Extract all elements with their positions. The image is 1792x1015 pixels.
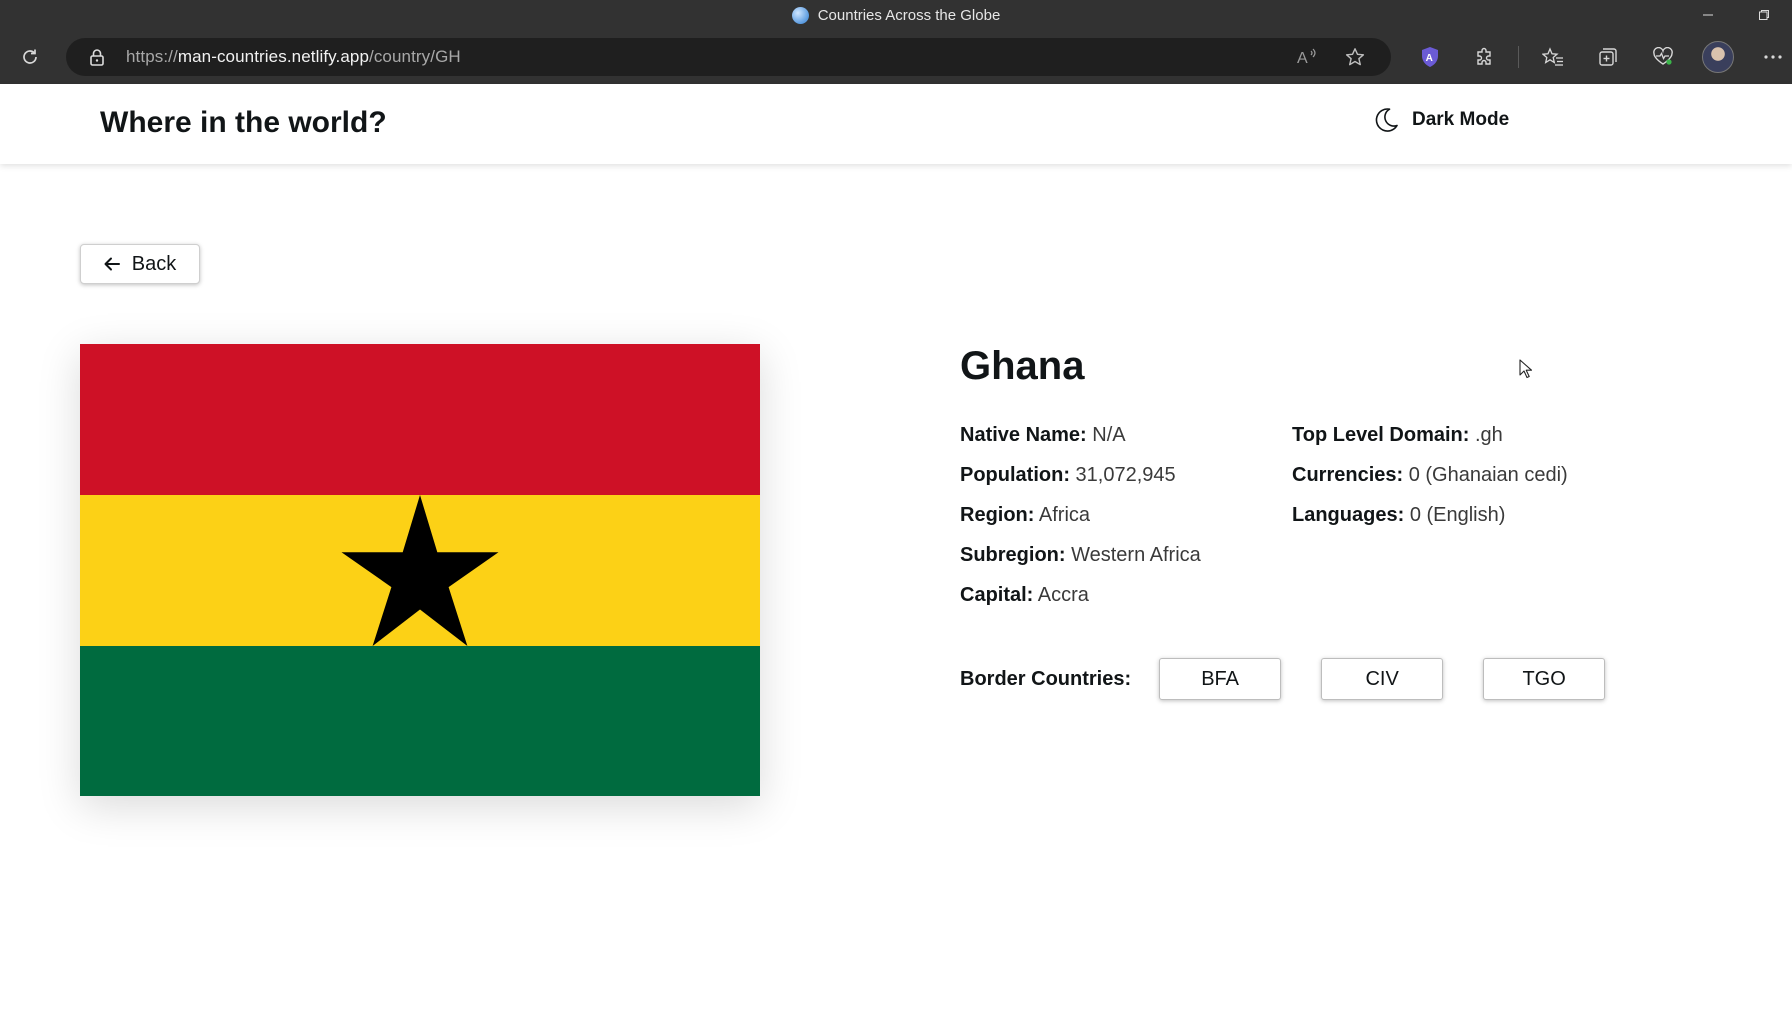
languages-label: Languages: [1292, 504, 1405, 526]
currencies-label: Currencies: [1292, 464, 1404, 486]
url-scheme: https:// [126, 47, 178, 66]
region-row: Region: Africa [960, 500, 1201, 540]
border-country-button[interactable]: CIV [1321, 658, 1444, 700]
languages-value: 0 (English) [1409, 504, 1506, 526]
details-primary: Native Name: N/A Population: 31,072,945 … [960, 420, 1201, 620]
page-title: Where in the world? [100, 106, 387, 139]
native-name-label: Native Name: [960, 424, 1087, 446]
browser-title-bar: Countries Across the Globe [0, 0, 1792, 30]
tab-title: Countries Across the Globe [817, 6, 1001, 24]
restore-icon[interactable] [1736, 0, 1792, 30]
languages-row: Languages: 0 (English) [1292, 500, 1568, 540]
country-name: Ghana [960, 344, 1085, 388]
currencies-value: 0 (Ghanaian cedi) [1408, 464, 1568, 486]
country-flag [80, 344, 760, 796]
url-host: man-countries.netlify.app [177, 47, 369, 66]
favorite-star-icon[interactable] [1335, 37, 1375, 77]
extensions-puzzle-icon[interactable] [1457, 37, 1512, 77]
collections-icon[interactable] [1580, 37, 1635, 77]
population-label: Population: [960, 464, 1070, 486]
border-country-button[interactable]: BFA [1159, 658, 1282, 700]
window-controls [1680, 0, 1792, 30]
favorites-icon[interactable] [1525, 37, 1580, 77]
url-text: https://man-countries.netlify.app/countr… [126, 47, 461, 67]
address-bar[interactable]: https://man-countries.netlify.app/countr… [66, 38, 1391, 76]
back-button-label: Back [131, 252, 177, 275]
capital-label: Capital: [960, 584, 1034, 606]
dark-mode-label: Dark Mode [1412, 109, 1510, 130]
browser-tab[interactable]: Countries Across the Globe [791, 6, 1001, 24]
native-name-value: N/A [1092, 424, 1126, 446]
tld-value: .gh [1474, 424, 1503, 446]
region-value: Africa [1038, 504, 1091, 526]
border-country-button[interactable]: TGO [1483, 658, 1606, 700]
globe-favicon-icon [791, 6, 809, 24]
population-row: Population: 31,072,945 [960, 460, 1201, 500]
capital-row: Capital: Accra [960, 580, 1201, 620]
mouse-cursor-icon [1519, 359, 1533, 379]
flag-red-stripe [80, 344, 760, 495]
currencies-row: Currencies: 0 (Ghanaian cedi) [1292, 460, 1568, 500]
minimize-icon[interactable] [1680, 0, 1736, 30]
svg-text:A: A [1425, 53, 1432, 64]
subregion-label: Subregion: [960, 544, 1066, 566]
avatar [1701, 41, 1734, 73]
back-button[interactable]: Back [80, 244, 200, 284]
shield-extension-icon[interactable]: A [1402, 37, 1457, 77]
svg-text:A: A [1297, 50, 1308, 67]
dark-mode-toggle[interactable]: Dark Mode [1372, 106, 1509, 134]
app-header: Where in the world? Dark Mode [0, 84, 1792, 164]
more-options-icon[interactable] [1745, 37, 1792, 77]
lock-icon[interactable] [82, 48, 112, 66]
tld-label: Top Level Domain: [1292, 424, 1470, 446]
reload-icon[interactable] [10, 37, 50, 77]
moon-icon [1375, 108, 1398, 132]
details-secondary: Top Level Domain: .gh Currencies: 0 (Gha… [1292, 420, 1568, 540]
population-value: 31,072,945 [1075, 464, 1176, 486]
native-name-row: Native Name: N/A [960, 420, 1201, 460]
subregion-row: Subregion: Western Africa [960, 540, 1201, 580]
browser-essentials-icon[interactable] [1635, 37, 1690, 77]
arrow-left-icon [104, 257, 120, 271]
url-path: /country/GH [369, 47, 461, 66]
region-label: Region: [960, 504, 1035, 526]
subregion-value: Western Africa [1071, 544, 1201, 566]
browser-toolbar: https://man-countries.netlify.app/countr… [0, 30, 1792, 85]
flag-green-stripe [80, 646, 760, 796]
profile-avatar[interactable] [1690, 37, 1745, 77]
border-countries: Border Countries: BFA CIV TGO [960, 658, 1645, 700]
tld-row: Top Level Domain: .gh [1292, 420, 1568, 460]
capital-value: Accra [1037, 584, 1089, 606]
read-aloud-icon[interactable]: A [1287, 37, 1327, 77]
border-countries-label: Border Countries: [960, 667, 1132, 690]
toolbar-separator [1518, 46, 1519, 68]
